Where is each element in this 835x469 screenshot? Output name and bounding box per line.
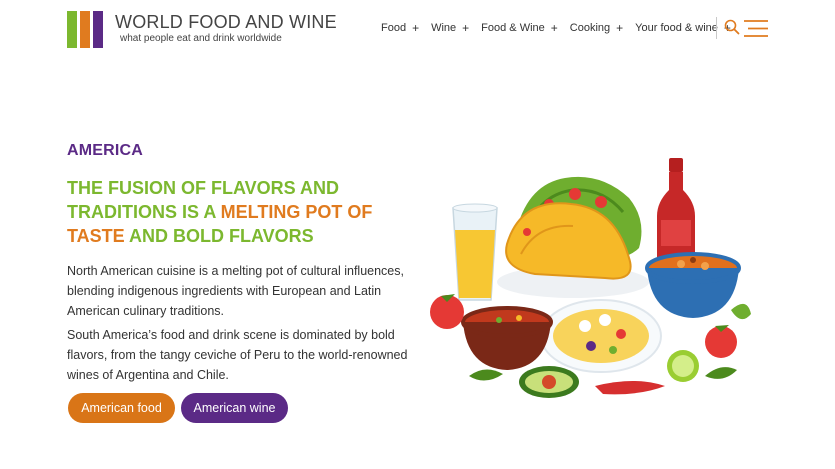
nav-divider [716, 17, 717, 39]
nav-item-food-and-wine[interactable]: Food & Wine + [481, 21, 558, 35]
expand-plus-icon[interactable]: + [462, 21, 469, 35]
nav-item-label: Food [381, 22, 407, 34]
main-nav: Food + Wine + Food & Wine + Cooking + Yo… [381, 21, 743, 35]
site-logo[interactable]: WORLD FOOD AND WINE what people eat and … [67, 11, 337, 48]
chili-bowl-icon [645, 252, 741, 318]
nav-item-label: Cooking [569, 22, 611, 34]
nav-item-label: Wine [431, 22, 457, 34]
button-label: American food [81, 401, 162, 415]
hot-sauce-bottle-icon [657, 158, 695, 262]
nav-item-label: Your food & wine [635, 22, 718, 34]
hero-headline: THE FUSION OF FLAVORS AND TRADITIONS IS … [67, 176, 397, 248]
nachos-plate-icon [540, 299, 662, 373]
search-icon[interactable] [724, 19, 740, 35]
hamburger-menu-icon[interactable] [743, 19, 769, 38]
expand-plus-icon[interactable]: + [551, 21, 558, 35]
american-food-illustration [430, 158, 751, 398]
section-kicker: AMERICA [67, 142, 144, 159]
nav-item-food[interactable]: Food + [381, 21, 419, 35]
site-tagline: what people eat and drink worldwide [120, 33, 282, 44]
nav-item-wine[interactable]: Wine + [431, 21, 469, 35]
american-food-button[interactable]: American food [68, 393, 175, 423]
site-title: WORLD FOOD AND WINE [115, 12, 337, 32]
nav-item-label: Food & Wine [481, 22, 545, 34]
american-wine-button[interactable]: American wine [181, 393, 288, 423]
juice-glass-icon [452, 203, 498, 301]
intro-paragraph-north: North American cuisine is a melting pot … [67, 264, 404, 318]
button-label: American wine [193, 401, 276, 415]
site-header: WORLD FOOD AND WINE what people eat and … [0, 0, 835, 60]
intro-paragraph-south: South America’s food and drink scene is … [67, 328, 408, 382]
salsa-bowl-icon [461, 306, 553, 370]
avocado-icon [519, 366, 579, 398]
logo-mark-icon [67, 11, 103, 48]
expand-plus-icon[interactable]: + [616, 21, 623, 35]
headline-part-3: AND BOLD FLAVORS [124, 226, 314, 246]
chili-pepper-icon [595, 381, 665, 395]
expand-plus-icon[interactable]: + [412, 21, 419, 35]
nav-item-cooking[interactable]: Cooking + [570, 21, 623, 35]
